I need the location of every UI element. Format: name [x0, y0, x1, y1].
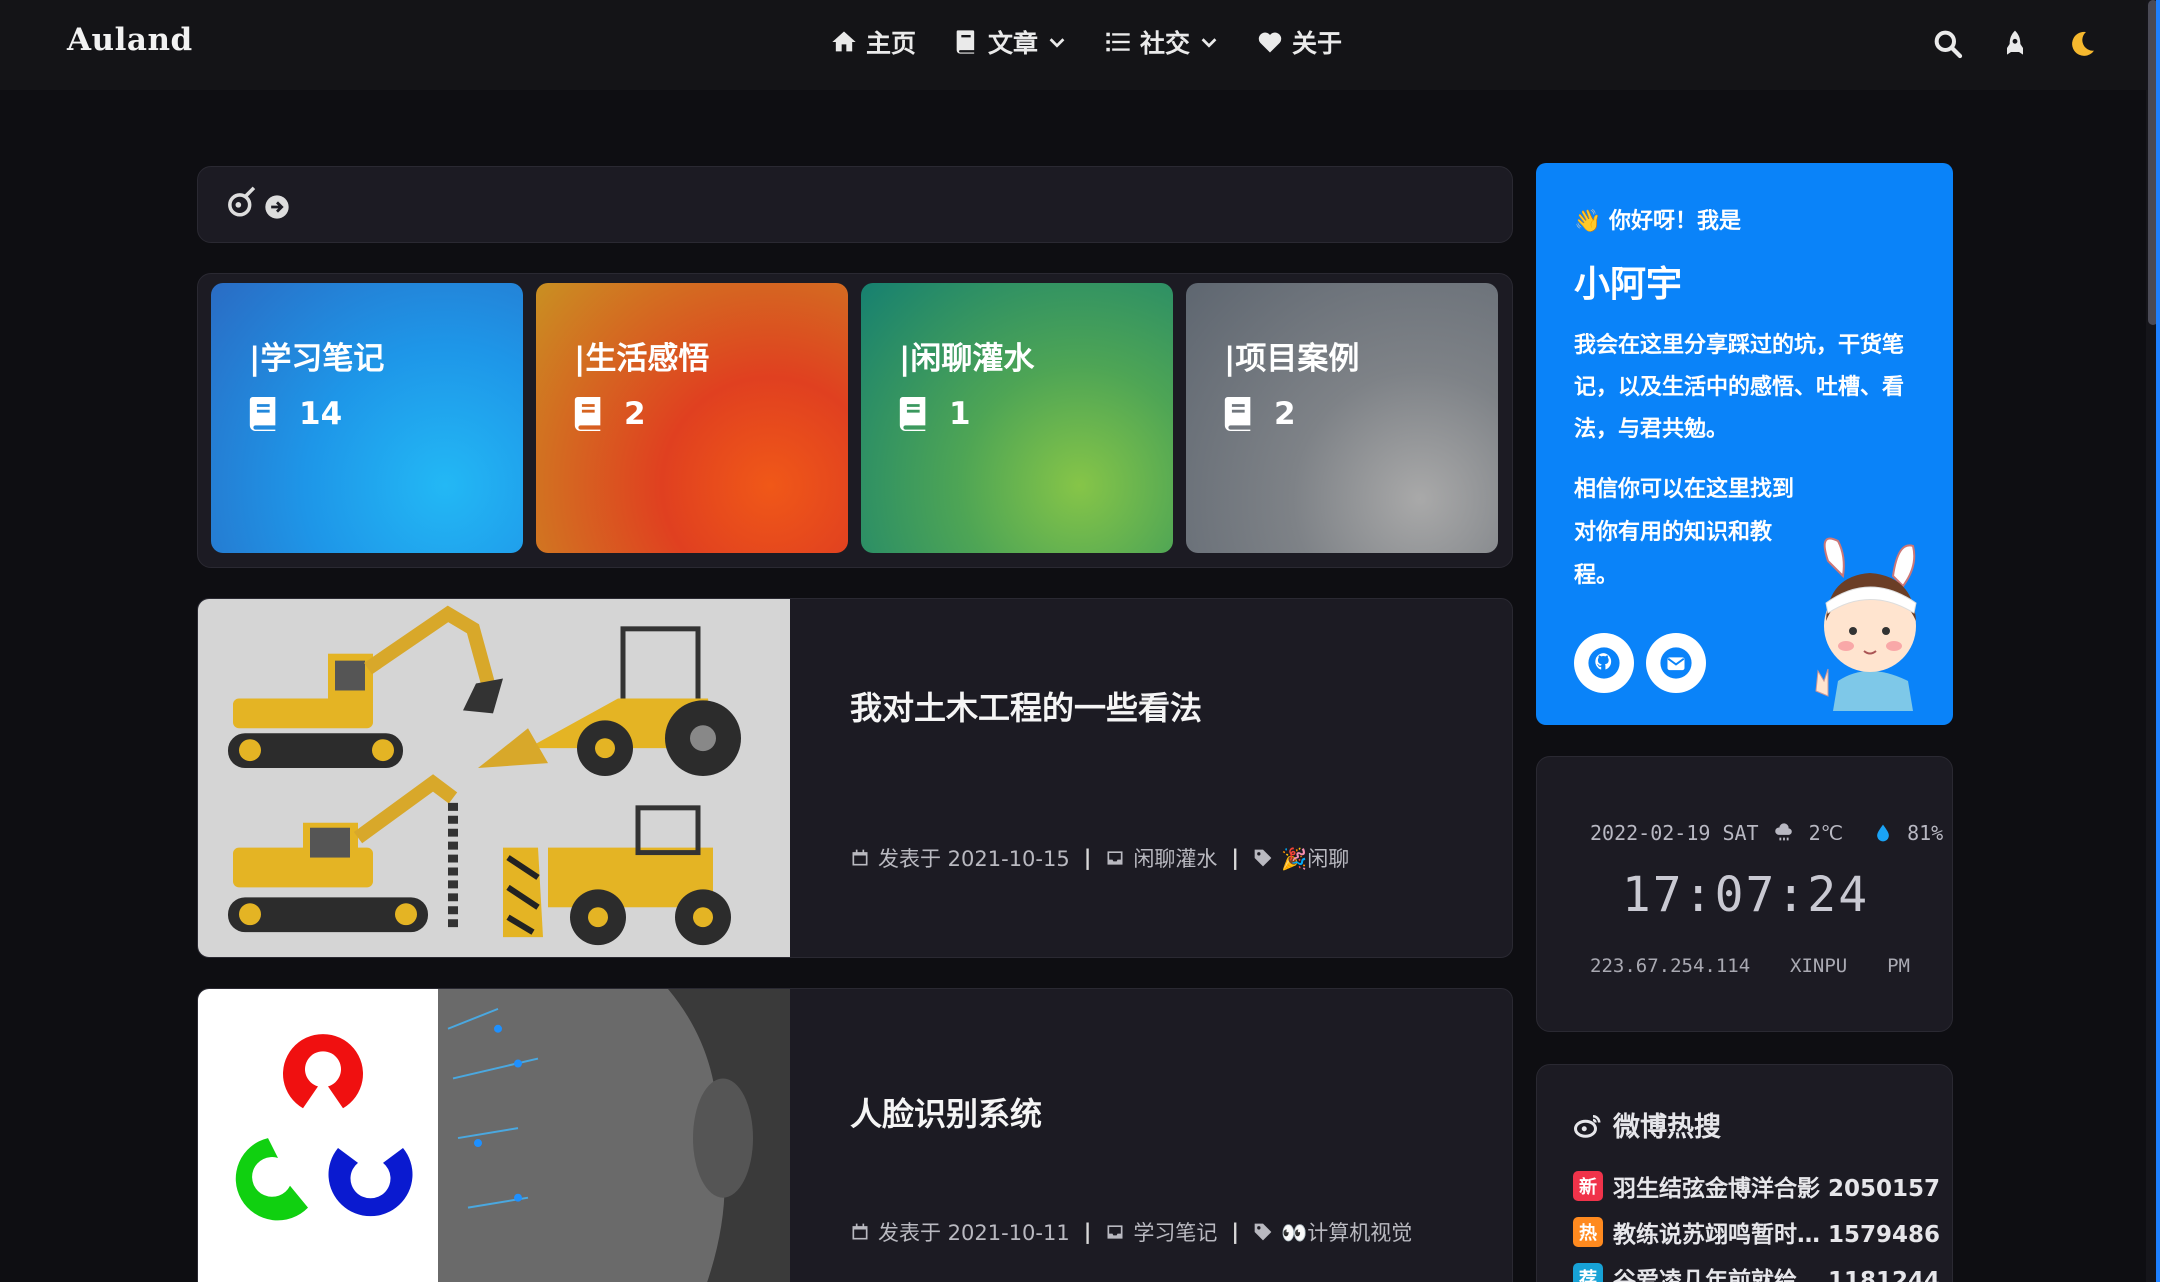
category-count: 2	[1224, 396, 1296, 432]
weibo-item-text: 谷爱凌几年前就给… 1181244	[1613, 1268, 1941, 1282]
main-menu: 主页 文章 社交 关于	[830, 24, 1342, 60]
post-date: 发表于 2021-10-11	[878, 1221, 1070, 1245]
nav-item-social[interactable]: 社交	[1104, 24, 1220, 60]
weibo-header: 微博热搜	[1573, 1105, 1721, 1144]
post-tag[interactable]: 🎉闲聊	[1281, 843, 1349, 873]
weibo-badge: 荐	[1573, 1263, 1603, 1282]
arrow-right-circle-icon[interactable]	[263, 193, 291, 221]
tag-icon	[1254, 849, 1272, 867]
category-title: |闲聊灌水	[899, 341, 1035, 377]
inbox-icon	[1107, 851, 1123, 865]
category-count: 1	[899, 396, 971, 432]
post-meta: 发表于 2021-10-11 | 学习笔记 | 👀计算机视觉	[850, 1217, 1412, 1247]
profile-description: 我会在这里分享踩过的坑，干货笔记，以及生活中的感悟、吐槽、看法，与君共勉。	[1574, 333, 1905, 442]
snow-cloud-icon	[1774, 823, 1792, 841]
post-date: 发表于 2021-10-15	[878, 847, 1070, 871]
calendar-icon	[852, 1223, 868, 1240]
weibo-item-text: 教练说苏翊鸣暂时… 1579486	[1613, 1222, 1941, 1248]
category-title: |学习笔记	[249, 341, 385, 377]
github-button[interactable]	[1574, 633, 1634, 693]
weibo-badge: 热	[1573, 1217, 1603, 1247]
megaphone-icon	[228, 186, 256, 217]
chevron-down-icon	[1049, 38, 1065, 48]
calendar-icon	[852, 849, 868, 866]
category-card-projects[interactable]: |项目案例 2	[1186, 283, 1498, 553]
weibo-item[interactable]: 荐 谷爱凌几年前就给… 1181244	[1573, 1261, 1940, 1282]
scroll-progress-indicator	[2156, 0, 2160, 1282]
clock-ip: 223.67.254.114	[1590, 955, 1751, 977]
announcement-bar	[197, 166, 1513, 243]
nav-item-articles[interactable]: 文章	[952, 24, 1068, 60]
rocket-icon[interactable]	[1999, 28, 2031, 60]
book-icon	[574, 397, 601, 431]
clock-temperature: 2℃	[1808, 821, 1844, 845]
clock-widget: 2022-02-19 SAT 2℃ 81% 17:07:24 223.67.25…	[1536, 756, 1953, 1032]
profile-greeting: 👋 你好呀！我是	[1574, 209, 1742, 234]
category-cards: |学习笔记 14 |生活感悟 2 |闲聊灌水 1 |项目案例 2	[197, 273, 1513, 568]
site-brand[interactable]: Auland	[67, 22, 193, 58]
nav-item-about[interactable]: 关于	[1256, 24, 1342, 60]
clock-humidity: 81%	[1907, 821, 1944, 845]
category-title: |生活感悟	[574, 341, 710, 377]
chevron-down-icon	[1201, 38, 1217, 48]
category-card-study-notes[interactable]: |学习笔记 14	[211, 283, 523, 553]
clock-date: 2022-02-19 SAT	[1590, 821, 1759, 845]
clock-ampm: PM	[1887, 955, 1910, 977]
post-tag[interactable]: 👀计算机视觉	[1281, 1217, 1412, 1247]
nav-tools	[1932, 28, 2098, 60]
weibo-item-text: 羽生结弦金博洋合影 2050157	[1613, 1176, 1941, 1202]
nav-item-home[interactable]: 主页	[830, 24, 916, 60]
post-card[interactable]: 我对土木工程的一些看法 发表于 2021-10-15 | 闲聊灌水 | 🎉闲聊	[197, 598, 1513, 958]
author-profile-card: 👋 你好呀！我是 小阿宇 我会在这里分享踩过的坑，干货笔记，以及生活中的感悟、吐…	[1536, 163, 1953, 725]
search-icon[interactable]	[1932, 28, 1964, 60]
mail-icon	[1660, 647, 1692, 679]
github-icon	[1588, 647, 1620, 679]
book-icon	[956, 30, 975, 54]
moon-icon[interactable]	[2066, 28, 2098, 60]
email-button[interactable]	[1646, 633, 1706, 693]
list-icon	[1106, 32, 1130, 52]
avatar-illustration	[1815, 537, 1917, 711]
weibo-badge: 新	[1573, 1171, 1603, 1201]
post-meta: 发表于 2021-10-15 | 闲聊灌水 | 🎉闲聊	[850, 843, 1349, 873]
category-count: 14	[249, 396, 342, 432]
weibo-hot-search: 微博热搜 新 羽生结弦金博洋合影 2050157 热 教练说苏翊鸣暂时… 157…	[1536, 1064, 1953, 1282]
post-cover-image[interactable]	[198, 989, 790, 1282]
post-category[interactable]: 学习笔记	[1133, 1217, 1217, 1247]
weibo-item[interactable]: 热 教练说苏翊鸣暂时… 1579486	[1573, 1215, 1940, 1249]
post-card[interactable]: 人脸识别系统 发表于 2021-10-11 | 学习笔记 | 👀计算机视觉	[197, 988, 1513, 1282]
announcement-icons	[227, 185, 291, 221]
book-icon	[1224, 397, 1251, 431]
clock-info-row: 2022-02-19 SAT 2℃ 81%	[1590, 821, 1943, 845]
droplet-icon	[1877, 824, 1889, 842]
profile-description-secondary: 相信你可以在这里找到对你有用的知识和教程。	[1574, 477, 1795, 588]
profile-name: 小阿宇	[1574, 264, 1683, 305]
clock-city: XINPU	[1790, 955, 1848, 977]
clock-time: 17:07:24	[1621, 867, 1870, 923]
book-icon	[899, 397, 926, 431]
category-count: 2	[574, 396, 646, 432]
category-title: |项目案例	[1224, 341, 1360, 377]
weibo-title: 微博热搜	[1613, 1112, 1721, 1143]
heart-icon	[1258, 32, 1282, 53]
clock-location-row: 223.67.254.114 XINPU PM	[1590, 955, 1910, 977]
weibo-item[interactable]: 新 羽生结弦金博洋合影 2050157	[1573, 1169, 1940, 1203]
category-card-chit-chat[interactable]: |闲聊灌水 1	[861, 283, 1173, 553]
book-icon	[249, 397, 276, 431]
top-navbar: Auland 主页 文章 社交 关于	[0, 0, 2160, 90]
post-category[interactable]: 闲聊灌水	[1133, 843, 1217, 873]
post-cover-image[interactable]	[198, 599, 790, 957]
category-card-life-insights[interactable]: |生活感悟 2	[536, 283, 848, 553]
post-title[interactable]: 人脸识别系统	[850, 1089, 1042, 1135]
tag-icon	[1254, 1223, 1272, 1241]
weibo-icon	[1574, 1114, 1601, 1138]
post-title[interactable]: 我对土木工程的一些看法	[850, 683, 1202, 729]
home-icon	[832, 31, 856, 52]
inbox-icon	[1107, 1225, 1123, 1239]
